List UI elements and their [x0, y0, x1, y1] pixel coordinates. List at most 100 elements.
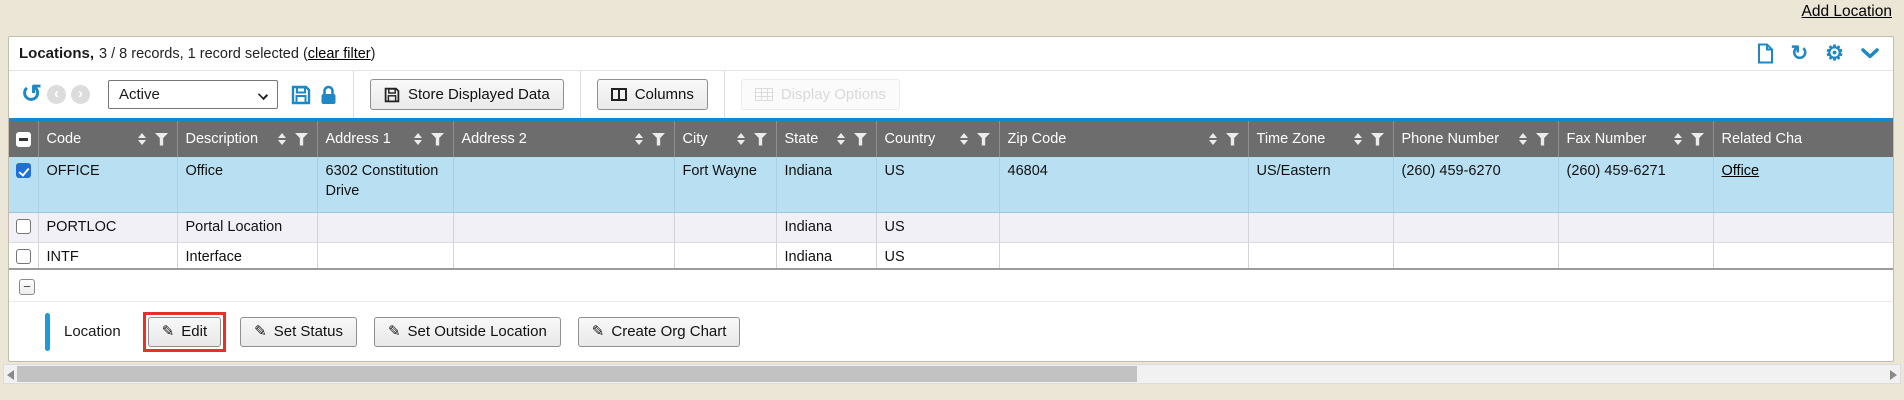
column-header-phone[interactable]: Phone Number: [1393, 121, 1558, 157]
columns-button[interactable]: Columns: [597, 79, 708, 110]
sort-icon[interactable]: [1519, 133, 1527, 145]
column-header-description[interactable]: Description: [177, 121, 317, 157]
cell-address2: [453, 157, 674, 212]
clear-filter-link[interactable]: clear filter: [308, 46, 371, 62]
row-checkbox[interactable]: [16, 219, 31, 234]
undo-icon[interactable]: ↺: [21, 82, 42, 107]
cell-country: US: [876, 243, 999, 270]
filter-icon[interactable]: [431, 133, 445, 146]
related-office-link[interactable]: Office: [1722, 163, 1760, 179]
column-header-fax[interactable]: Fax Number: [1558, 121, 1713, 157]
actions-collapse-row: −: [9, 272, 1893, 301]
sort-icon[interactable]: [278, 133, 286, 145]
chevron-down-icon[interactable]: [1861, 48, 1879, 59]
add-location-link[interactable]: Add Location: [1802, 3, 1893, 21]
cell-zipcode: [999, 212, 1248, 243]
filter-icon[interactable]: [1691, 133, 1705, 146]
row-checkbox[interactable]: [16, 249, 31, 264]
filter-icon[interactable]: [1226, 133, 1240, 146]
select-all-header[interactable]: [9, 121, 38, 157]
set-status-button[interactable]: ✎ Set Status: [240, 317, 357, 347]
record-count-text: 3 / 8 records, 1 record selected (clear …: [99, 46, 375, 62]
sort-icon[interactable]: [1209, 133, 1217, 145]
save-view-icon[interactable]: [291, 85, 311, 105]
record-actions-bar: Location ✎ Edit ✎ Set Status ✎ Set Outsi…: [9, 301, 1893, 361]
table-row-office[interactable]: OFFICE Office 6302 Constitution Drive Fo…: [9, 157, 1893, 212]
pencil-icon: ✎: [162, 324, 175, 339]
cell-city: [674, 243, 776, 270]
column-header-state[interactable]: State: [776, 121, 876, 157]
toolbar-separator: [724, 71, 725, 118]
cell-address1: 6302 Constitution Drive: [317, 157, 453, 212]
sort-icon[interactable]: [414, 133, 422, 145]
collapse-actions-button[interactable]: −: [19, 279, 35, 295]
filter-icon[interactable]: [1371, 133, 1385, 146]
gear-icon[interactable]: ⚙: [1825, 43, 1844, 64]
refresh-icon[interactable]: ↻: [1791, 43, 1809, 64]
cell-state: Indiana: [776, 212, 876, 243]
set-outside-location-button[interactable]: ✎ Set Outside Location: [374, 317, 561, 347]
row-checkbox[interactable]: [16, 163, 31, 178]
cell-fax: [1558, 212, 1713, 243]
column-header-address2[interactable]: Address 2: [453, 121, 674, 157]
select-arrow-icon: [258, 90, 268, 100]
cell-code: INTF: [38, 243, 177, 270]
cell-country: US: [876, 157, 999, 212]
horizontal-scrollbar[interactable]: [3, 364, 1901, 384]
columns-icon: [611, 88, 627, 101]
sort-icon[interactable]: [737, 133, 745, 145]
nav-previous-icon[interactable]: ‹: [47, 85, 66, 104]
nav-next-icon[interactable]: ›: [71, 85, 90, 104]
filter-icon[interactable]: [1536, 133, 1550, 146]
table-row-intf[interactable]: INTF Interface Indiana US: [9, 243, 1893, 270]
locations-page: Add Location Locations, 3 / 8 records, 1…: [0, 0, 1904, 400]
sort-icon[interactable]: [1354, 133, 1362, 145]
scroll-right-arrow-icon[interactable]: [1890, 370, 1897, 380]
sort-icon[interactable]: [1674, 133, 1682, 145]
cell-code: OFFICE: [38, 157, 177, 212]
sort-icon[interactable]: [837, 133, 845, 145]
filter-icon[interactable]: [652, 133, 666, 146]
filter-icon[interactable]: [977, 133, 991, 146]
grid-toolbar: ↺ ‹ › Active: [9, 71, 1893, 118]
column-header-zipcode[interactable]: Zip Code: [999, 121, 1248, 157]
filter-icon[interactable]: [754, 133, 768, 146]
column-header-code[interactable]: Code: [38, 121, 177, 157]
cell-country: US: [876, 212, 999, 243]
table-row-portloc[interactable]: PORTLOC Portal Location Indiana US: [9, 212, 1893, 243]
filter-icon[interactable]: [854, 133, 868, 146]
new-document-icon[interactable]: [1757, 43, 1774, 64]
grid-header-row: Code Description Address 1 Address 2 Cit…: [9, 121, 1893, 157]
status-filter-select[interactable]: Active: [108, 80, 278, 109]
sort-icon[interactable]: [635, 133, 643, 145]
column-header-address1[interactable]: Address 1: [317, 121, 453, 157]
cell-state: Indiana: [776, 157, 876, 212]
cell-address2: [453, 243, 674, 270]
cell-address1: [317, 243, 453, 270]
cell-address1: [317, 212, 453, 243]
column-header-related[interactable]: Related Cha: [1713, 121, 1893, 157]
panel-titlebar: Locations, 3 / 8 records, 1 record selec…: [9, 37, 1893, 71]
scrollbar-thumb[interactable]: [17, 366, 1137, 382]
column-header-city[interactable]: City: [674, 121, 776, 157]
cell-zipcode: 46804: [999, 157, 1248, 212]
cell-address2: [453, 212, 674, 243]
column-header-timezone[interactable]: Time Zone: [1248, 121, 1393, 157]
filter-icon[interactable]: [155, 133, 169, 146]
panel-title: Locations,: [19, 45, 94, 62]
save-disk-icon: [384, 87, 400, 103]
sort-icon[interactable]: [138, 133, 146, 145]
lock-icon[interactable]: [320, 85, 337, 105]
create-org-chart-button[interactable]: ✎ Create Org Chart: [578, 317, 741, 347]
select-all-checkbox[interactable]: [16, 132, 31, 147]
column-header-country[interactable]: Country: [876, 121, 999, 157]
edit-button[interactable]: ✎ Edit: [148, 317, 221, 347]
scroll-left-arrow-icon[interactable]: [7, 370, 14, 380]
store-displayed-data-button[interactable]: Store Displayed Data: [370, 79, 564, 110]
cell-fax: (260) 459-6271: [1558, 157, 1713, 212]
filter-icon[interactable]: [295, 133, 309, 146]
display-options-button: Display Options: [741, 79, 900, 110]
sort-icon[interactable]: [960, 133, 968, 145]
cell-related: [1713, 243, 1893, 270]
cell-state: Indiana: [776, 243, 876, 270]
